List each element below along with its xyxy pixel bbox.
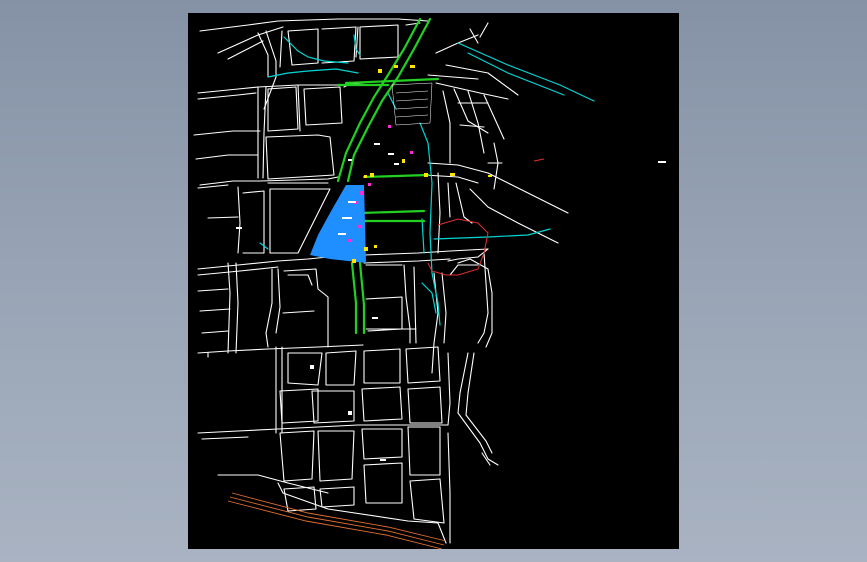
cad-viewport[interactable] xyxy=(188,13,679,549)
cad-map-drawing xyxy=(188,13,679,549)
